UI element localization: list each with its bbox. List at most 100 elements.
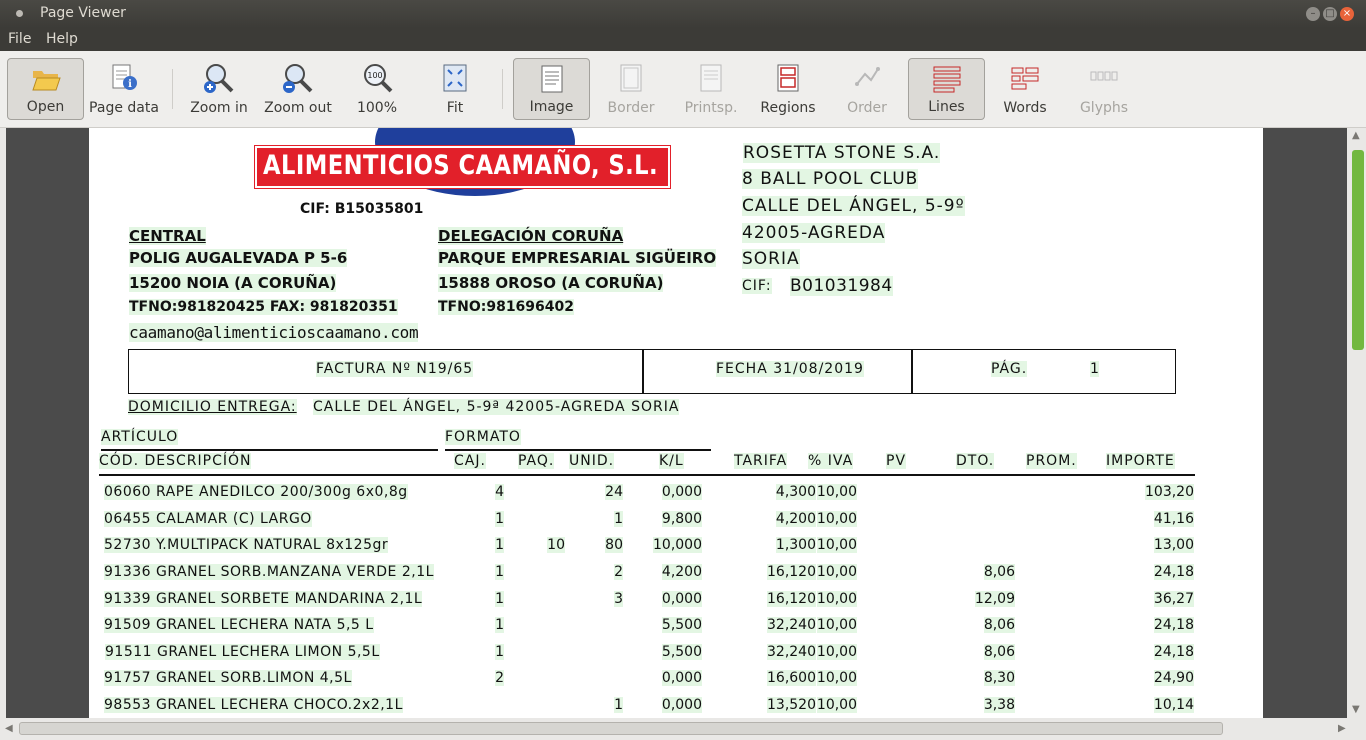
lines-icon (933, 66, 960, 93)
menu-help[interactable]: Help (46, 31, 78, 47)
delegacion-phone: TFNO:981696402 (438, 299, 575, 315)
row-importe: 24,90 (1153, 670, 1194, 686)
row-tarifa: 16,120 (767, 591, 816, 607)
row-unid: 80 (605, 537, 623, 553)
svg-text:100: 100 (367, 71, 382, 80)
central-title: CENTRAL (129, 227, 206, 245)
delivery-label: DOMICILIO ENTREGA: (128, 399, 297, 415)
row-description: 91511 GRANEL LECHERA LIMON 5,5L (105, 644, 380, 660)
vertical-scroll-thumb[interactable] (1352, 150, 1364, 350)
page-number: 1 (1090, 361, 1099, 377)
row-tarifa: 1,300 (775, 537, 816, 553)
scroll-left-arrow-icon[interactable]: ◀ (5, 723, 13, 734)
row-importe: 24,18 (1153, 564, 1194, 580)
maximize-button[interactable]: □ (1323, 7, 1337, 21)
row-caj: 1 (495, 591, 504, 607)
row-kl: 9,800 (661, 511, 702, 527)
client-cif: B01031984 (790, 276, 893, 296)
vertical-scrollbar[interactable]: ▲ ▼ (1347, 128, 1366, 718)
scroll-down-arrow-icon[interactable]: ▼ (1352, 704, 1360, 715)
row-unid: 24 (605, 484, 623, 500)
app-icon (16, 10, 23, 17)
central-address: POLIG AUGALEVADA P 5-6 (129, 249, 348, 267)
close-button[interactable]: × (1340, 7, 1354, 21)
row-iva: 10,00 (816, 564, 857, 580)
window-title: Page Viewer (40, 5, 126, 21)
client-city: 42005-AGREDA (742, 223, 886, 243)
delegacion-city: 15888 OROSO (A CORUÑA) (438, 274, 664, 292)
scroll-up-arrow-icon[interactable]: ▲ (1352, 130, 1360, 141)
row-iva: 10,00 (816, 644, 857, 660)
row-dto: 8,06 (983, 644, 1015, 660)
row-description: 91336 GRANEL SORB.MANZANA VERDE 2,1L (104, 564, 434, 580)
client-province: SORIA (742, 249, 800, 269)
row-caj: 2 (495, 670, 504, 686)
row-importe: 24,18 (1153, 617, 1194, 633)
menu-bar: File Help (0, 28, 1366, 51)
row-caj: 1 (495, 644, 504, 660)
hdr-prom: PROM. (1026, 453, 1077, 469)
row-iva: 10,00 (816, 591, 857, 607)
row-importe: 36,27 (1153, 591, 1194, 607)
client-name: ROSETTA STONE S.A. (743, 143, 941, 163)
order-toggle[interactable]: Order (834, 58, 900, 120)
row-tarifa: 32,240 (767, 617, 816, 633)
row-description: 91757 GRANEL SORB.LIMON 4,5L (104, 670, 352, 686)
scroll-right-arrow-icon[interactable]: ▶ (1338, 723, 1346, 734)
row-description: 98553 GRANEL LECHERA CHOCO.2x2,1L (104, 697, 403, 713)
zoom-in-button[interactable]: Zoom in (184, 58, 254, 120)
lines-toggle[interactable]: Lines (908, 58, 985, 120)
horizontal-scrollbar[interactable]: ◀ ▶ (0, 718, 1366, 740)
row-description: 06060 RAPE ANEDILCO 200/300g 6x0,8g (104, 484, 408, 500)
page-view[interactable]: ALIMENTICIOS CAAMAÑO, S.L. CIF: B1503580… (6, 128, 1347, 718)
page-info-icon: i (112, 64, 137, 90)
menu-file[interactable]: File (8, 31, 31, 47)
page-data-button[interactable]: i Page data (88, 58, 160, 120)
company-email: caamano@alimenticioscaamano.com (129, 323, 419, 342)
zoom-100-icon: 100 (364, 64, 393, 93)
row-importe: 24,18 (1153, 644, 1194, 660)
row-dto: 8,06 (983, 564, 1015, 580)
row-caj: 4 (495, 484, 504, 500)
hdr-paq: PAQ. (518, 453, 555, 469)
row-dto: 12,09 (974, 591, 1015, 607)
regions-toggle[interactable]: Regions (754, 58, 822, 120)
row-description: 91339 GRANEL SORBETE MANDARINA 2,1L (104, 591, 423, 607)
hdr-formato-line (445, 449, 711, 451)
hdr-articulo: ARTÍCULO (101, 429, 179, 445)
fit-button[interactable]: Fit (422, 58, 488, 120)
delegacion-title: DELEGACIÓN CORUÑA (438, 227, 624, 245)
zoom-out-button[interactable]: Zoom out (262, 58, 334, 120)
row-importe: 13,00 (1153, 537, 1194, 553)
row-unid: 3 (614, 591, 623, 607)
company-logo: ALIMENTICIOS CAAMAÑO, S.L. (254, 128, 671, 198)
hdr-formato: FORMATO (445, 429, 521, 445)
words-icon (1011, 67, 1039, 90)
zoom-100-button[interactable]: 100 100% (344, 58, 410, 120)
row-importe: 103,20 (1145, 484, 1194, 500)
central-phone: TFNO:981820425 FAX: 981820351 (129, 299, 398, 315)
row-tarifa: 16,120 (767, 564, 816, 580)
invoice-number: FACTURA Nº N19/65 (316, 361, 474, 377)
row-kl: 4,200 (661, 564, 702, 580)
row-iva: 10,00 (816, 670, 857, 686)
words-toggle[interactable]: Words (992, 58, 1058, 120)
row-tarifa: 16,600 (767, 670, 816, 686)
border-toggle[interactable]: Border (596, 58, 666, 120)
row-kl: 0,000 (661, 591, 702, 607)
row-unid: 1 (614, 511, 623, 527)
client-line2: 8 BALL POOL CLUB (742, 169, 919, 189)
horizontal-scroll-thumb[interactable] (19, 722, 1223, 735)
svg-text:i: i (128, 79, 132, 90)
row-iva: 10,00 (816, 697, 857, 713)
row-dto: 8,30 (983, 670, 1015, 686)
image-toggle[interactable]: Image (513, 58, 590, 120)
minimize-button[interactable]: – (1306, 7, 1320, 21)
glyphs-toggle[interactable]: Glyphs (1070, 58, 1138, 120)
printspace-toggle[interactable]: Printsp. (676, 58, 746, 120)
row-paq: 10 (547, 537, 565, 553)
hdr-tarifa: TARIFA (734, 453, 788, 469)
page-image: ALIMENTICIOS CAAMAÑO, S.L. CIF: B1503580… (89, 128, 1263, 718)
row-kl: 0,000 (661, 484, 702, 500)
open-button[interactable]: Open (7, 58, 84, 120)
